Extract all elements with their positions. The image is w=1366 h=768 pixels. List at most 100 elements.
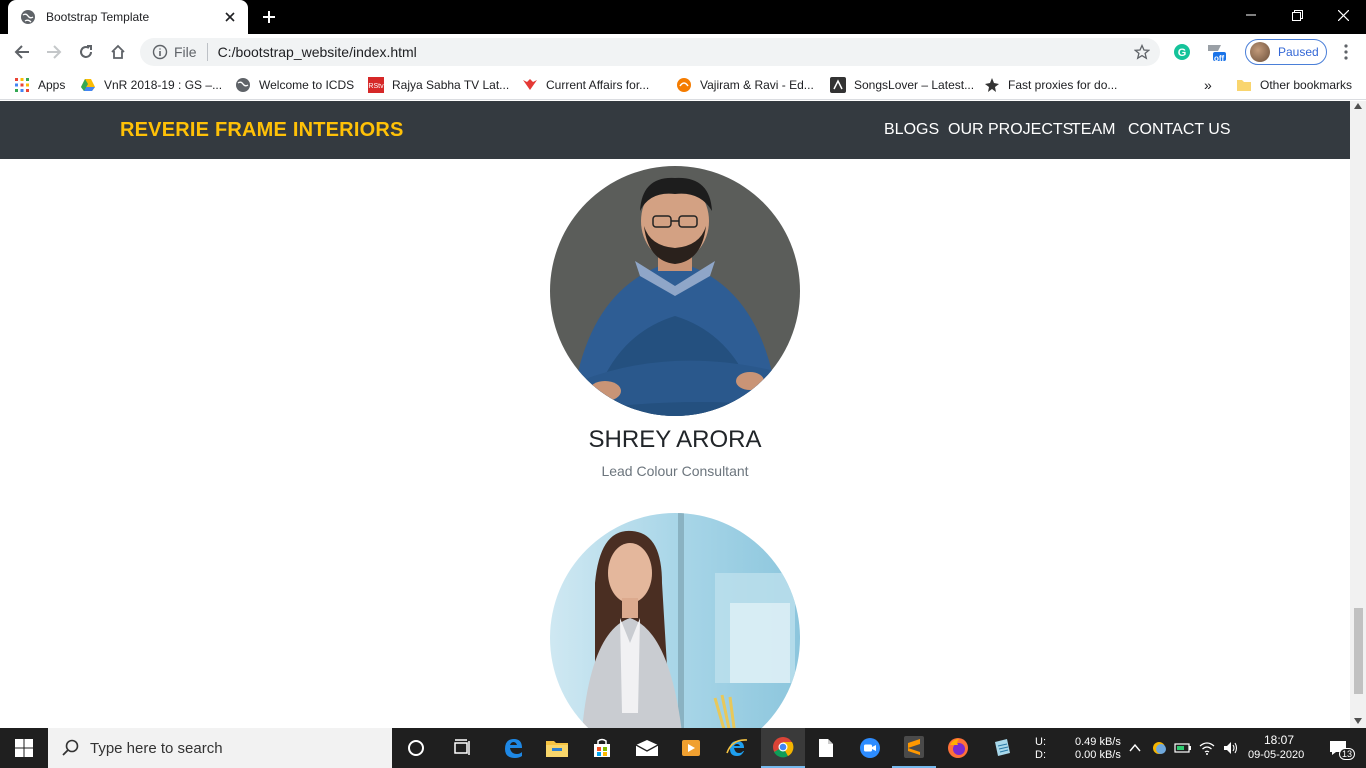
nav-link-contact-us[interactable]: CONTACT US	[1128, 121, 1231, 139]
bookmark-vnr[interactable]: VnR 2018-19 : GS –...	[80, 75, 222, 95]
forward-arrow-icon[interactable]	[40, 38, 68, 66]
notification-center-icon[interactable]: 13	[1318, 728, 1358, 768]
net-up-label: U:	[1035, 736, 1046, 748]
net-down-speed: 0.00 kB/s	[1075, 749, 1121, 761]
bookmark-label: VnR 2018-19 : GS –...	[104, 78, 223, 92]
volume-icon[interactable]	[1220, 728, 1242, 768]
proxy-icon	[985, 78, 999, 92]
close-tab-icon[interactable]	[218, 5, 242, 29]
bookmark-label: Rajya Sabha TV Lat...	[392, 78, 510, 92]
page-scrollbar[interactable]	[1350, 101, 1366, 728]
songslover-icon	[830, 77, 846, 93]
nav-link-blogs[interactable]: BLOGS	[884, 121, 939, 139]
bookmark-label: Fast proxies for do...	[1008, 78, 1118, 92]
clock-date[interactable]: 09-05-2020	[1248, 749, 1304, 761]
globe-icon	[236, 78, 250, 92]
taskbar-search-box[interactable]: Type here to search	[48, 728, 392, 768]
browser-tab[interactable]: Bootstrap Template	[8, 0, 248, 34]
grammarly-icon[interactable]: G	[1168, 38, 1196, 66]
menu-kebab-icon[interactable]	[1332, 38, 1360, 66]
bookmark-songslover[interactable]: SongsLover – Latest...	[830, 75, 974, 95]
net-up-speed: 0.49 kB/s	[1075, 736, 1121, 748]
weather-icon[interactable]	[1148, 728, 1170, 768]
other-bookmarks[interactable]: Other bookmarks	[1236, 75, 1352, 95]
windows-taskbar: Type here to search U: D: 0.49 kB/s 0.00…	[0, 728, 1366, 768]
svg-text:G: G	[1178, 47, 1187, 59]
browser-toolbar: File C:/bootstrap_website/index.html G o…	[0, 34, 1366, 70]
bookmarks-overflow-button[interactable]: »	[1204, 75, 1212, 95]
search-placeholder: Type here to search	[90, 739, 223, 757]
extension-off-icon[interactable]: off	[1202, 38, 1230, 66]
address-bar[interactable]: File C:/bootstrap_website/index.html	[140, 38, 1160, 66]
bookmark-label: Other bookmarks	[1260, 78, 1353, 92]
team-member-card	[550, 513, 800, 728]
notification-count: 13	[1339, 748, 1356, 760]
bookmark-label: SongsLover – Latest...	[854, 78, 975, 92]
apps-grid-icon	[15, 78, 29, 92]
bookmark-vajiram[interactable]: Vajiram & Ravi - Ed...	[676, 75, 814, 95]
drive-icon	[81, 79, 95, 91]
current-affairs-icon	[523, 79, 537, 90]
cortana-icon[interactable]	[394, 728, 438, 768]
folder-icon	[1237, 80, 1251, 91]
battery-icon[interactable]	[1172, 728, 1194, 768]
chrome-icon[interactable]	[761, 728, 805, 768]
wifi-icon[interactable]	[1196, 728, 1218, 768]
back-arrow-icon[interactable]	[8, 38, 36, 66]
site-brand[interactable]: REVERIE FRAME INTERIORS	[120, 119, 404, 142]
internet-explorer-icon[interactable]	[715, 728, 759, 768]
team-member-photo	[550, 166, 800, 416]
task-view-icon[interactable]	[441, 728, 485, 768]
blank-document-icon[interactable]	[804, 728, 848, 768]
scroll-thumb[interactable]	[1354, 608, 1363, 694]
new-tab-button[interactable]	[256, 5, 282, 29]
restore-window-icon[interactable]	[1274, 0, 1320, 30]
url-text[interactable]: C:/bootstrap_website/index.html	[218, 44, 1128, 60]
rstv-icon: RStv	[368, 77, 384, 93]
scroll-down-arrow-icon[interactable]	[1354, 718, 1362, 724]
omnibox-divider	[206, 43, 208, 61]
profile-button[interactable]: Paused	[1245, 39, 1327, 65]
site-navbar: REVERIE FRAME INTERIORS BLOGS OUR PROJEC…	[0, 101, 1350, 159]
bookmarks-bar: Apps VnR 2018-19 : GS –... Welcome to IC…	[0, 70, 1366, 100]
notepad-icon[interactable]	[980, 728, 1024, 768]
nav-link-team[interactable]: TEAM	[1071, 121, 1115, 139]
team-member-photo	[550, 513, 800, 728]
bookmark-rstv[interactable]: RStv Rajya Sabha TV Lat...	[368, 75, 509, 95]
bookmark-label: Vajiram & Ravi - Ed...	[700, 78, 814, 92]
close-window-icon[interactable]	[1320, 0, 1366, 30]
firefox-icon[interactable]	[936, 728, 980, 768]
info-icon[interactable]	[152, 44, 168, 60]
store-icon[interactable]	[580, 728, 624, 768]
nav-link-our-projects[interactable]: OUR PROJECTS	[948, 121, 1073, 139]
bookmark-label: Apps	[38, 78, 66, 92]
scroll-up-arrow-icon[interactable]	[1354, 103, 1362, 109]
net-down-label: D:	[1035, 749, 1046, 761]
extension-badge: off	[1214, 54, 1225, 63]
zoom-icon[interactable]	[848, 728, 892, 768]
sublime-text-icon[interactable]	[892, 728, 936, 768]
bookmark-label: Welcome to ICDS	[259, 78, 355, 92]
globe-icon	[21, 10, 35, 24]
profile-status: Paused	[1278, 45, 1319, 59]
svg-text:RStv: RStv	[368, 83, 384, 90]
media-player-icon[interactable]	[669, 728, 713, 768]
clock-time[interactable]: 18:07	[1264, 733, 1294, 747]
file-explorer-icon[interactable]	[535, 728, 579, 768]
bookmark-proxies[interactable]: Fast proxies for do...	[984, 75, 1117, 95]
bookmark-label: Current Affairs for...	[546, 78, 650, 92]
bookmark-star-icon[interactable]	[1128, 38, 1156, 66]
chevron-up-icon[interactable]	[1124, 728, 1146, 768]
bookmark-current-affairs[interactable]: Current Affairs for...	[522, 75, 649, 95]
tab-title: Bootstrap Template	[46, 10, 150, 24]
reload-icon[interactable]	[72, 38, 100, 66]
edge-browser-icon[interactable]	[491, 728, 535, 768]
start-button[interactable]	[0, 728, 48, 768]
team-member-card: SHREY ARORA Lead Colour Consultant	[550, 166, 800, 486]
mail-icon[interactable]	[625, 728, 669, 768]
chevron-double-right-icon: »	[1204, 77, 1212, 93]
bookmark-icds[interactable]: Welcome to ICDS	[235, 75, 354, 95]
home-icon[interactable]	[104, 38, 132, 66]
minimize-window-icon[interactable]	[1228, 0, 1274, 30]
bookmark-apps[interactable]: Apps	[14, 75, 65, 95]
